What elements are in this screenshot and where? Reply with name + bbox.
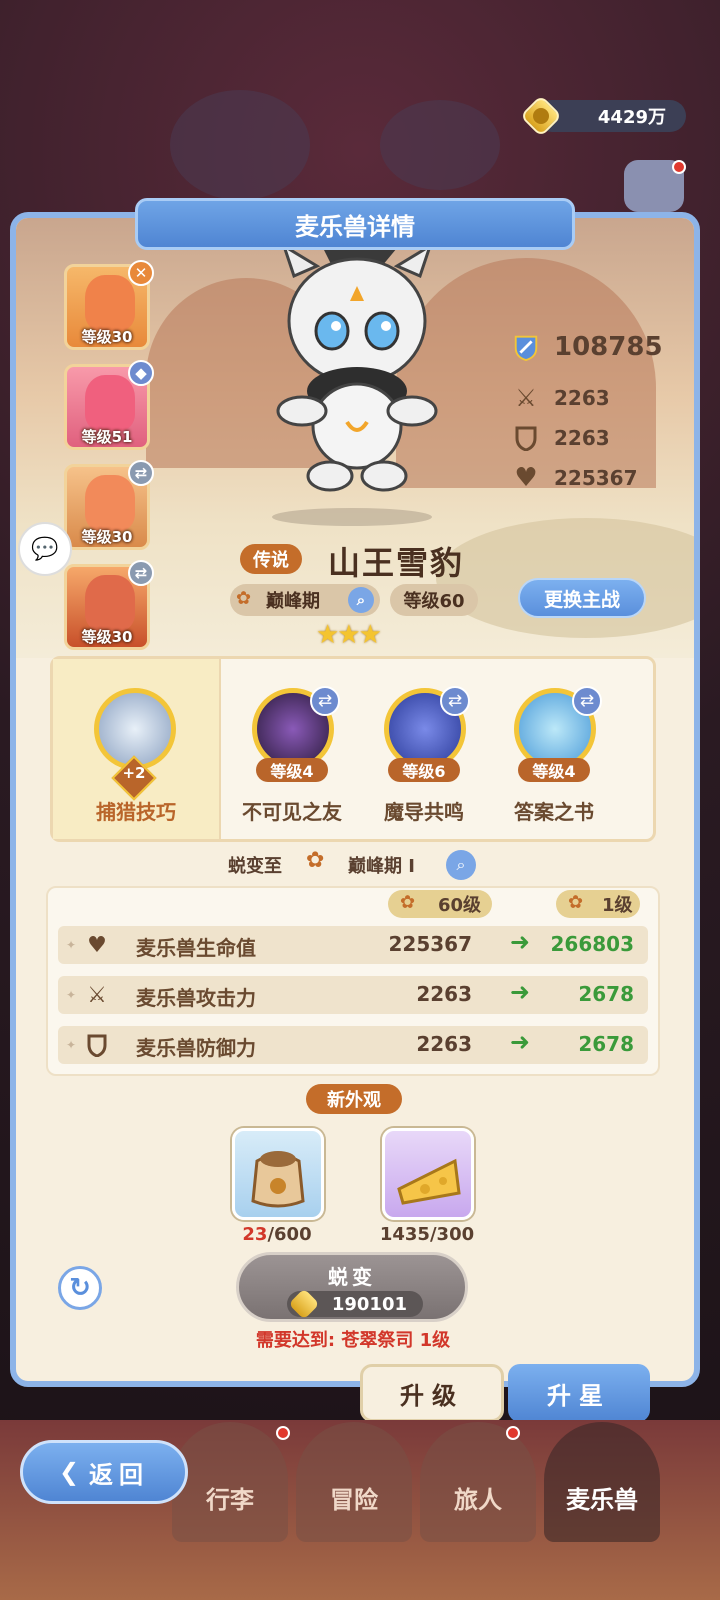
comparison-row-hp: ✦ ♥ 麦乐兽生命值 225367 ➜ 266803 (58, 926, 648, 964)
row-old-value: 2263 (416, 982, 472, 1006)
shield-badge-icon: ◆ (128, 360, 154, 386)
skill-level: 等级4 (518, 758, 590, 782)
row-new-value: 266803 (550, 932, 635, 956)
stat-power: 108785 (512, 332, 663, 362)
currency-display[interactable]: 4429万 (519, 94, 686, 138)
swap-skill-icon[interactable]: ⇄ (572, 686, 602, 716)
pet-snow-leopard-illustration[interactable] (262, 226, 452, 496)
zoom-icon[interactable]: ⌕ (446, 850, 476, 880)
row-old-value: 225367 (388, 932, 473, 956)
evolve-to-label: 蜕变至 (228, 856, 282, 877)
chat-button[interactable]: 💬 (18, 522, 72, 576)
row-label: 麦乐兽攻击力 (136, 986, 256, 1010)
evolve-button[interactable]: 蜕变 190101 (236, 1252, 468, 1322)
pet-thumb-level: 等级30 (81, 528, 133, 546)
next-level-pill: ✿ 1级 (556, 890, 640, 918)
refresh-icon[interactable]: ↻ (58, 1266, 102, 1310)
cheese-icon (397, 1158, 461, 1205)
row-old-value: 2263 (416, 1032, 472, 1056)
notification-dot (276, 1426, 290, 1440)
stage-label: 巅峰期 (266, 591, 320, 612)
stat-attack: ⚔ 2263 (512, 384, 610, 412)
skill-name: 捕猎技巧 (96, 800, 176, 824)
skill-level: 等级4 (256, 758, 328, 782)
material-count-cheese: 1435/300 (379, 1224, 475, 1245)
food-bag-icon (251, 1151, 305, 1208)
stat-hp-value: 225367 (554, 466, 638, 490)
material-food-bag[interactable] (232, 1128, 324, 1220)
arrow-right-icon: ➜ (509, 1028, 530, 1056)
tab-upgrade[interactable]: 升级 (360, 1364, 504, 1422)
material-cheese[interactable] (382, 1128, 474, 1220)
currency-amount: 4429万 (597, 107, 666, 128)
comparison-row-attack: ✦ ⚔ 麦乐兽攻击力 2263 ➜ 2678 (58, 976, 648, 1014)
back-button[interactable]: ❮ 返回 (20, 1440, 188, 1504)
pet-level-pill: 等级60 (390, 584, 478, 616)
skill-name: 不可见之友 (242, 800, 342, 824)
tab-star-up[interactable]: 升星 (508, 1364, 650, 1422)
row-new-value: 2678 (578, 1032, 634, 1056)
flower-stage-icon: ✿ (306, 848, 325, 873)
notification-dot (672, 160, 686, 174)
skill-level: +2 (122, 764, 146, 782)
gold-coin-icon (288, 1288, 320, 1320)
pet-name: 山王雪豹 (328, 544, 465, 582)
stage-pill[interactable]: ✿ 巅峰期 ⌕ (230, 584, 380, 616)
swap-main-button[interactable]: 更换主战 (518, 578, 646, 618)
shield-icon (82, 1030, 112, 1060)
skill-level: 等级6 (388, 758, 460, 782)
rarity-badge: 传说 (240, 544, 302, 574)
remove-icon[interactable]: ✕ (128, 260, 154, 286)
pet-thumb-level: 等级30 (81, 628, 133, 646)
star-rating: ★★★ (316, 620, 382, 650)
nav-label: 冒险 (330, 1486, 378, 1514)
link-icon: ⇄ (128, 460, 154, 486)
pet-thumb-level: 等级51 (81, 428, 133, 446)
flower-stage-icon: ✿ (400, 892, 416, 913)
heart-icon: ♥ (514, 463, 538, 493)
arrow-right-icon: ➜ (509, 978, 530, 1006)
zoom-icon[interactable]: ⌕ (348, 587, 374, 613)
swap-skill-icon[interactable]: ⇄ (310, 686, 340, 716)
stat-defense-value: 2263 (554, 426, 610, 450)
shield-icon (512, 424, 540, 452)
nav-label: 行李 (206, 1486, 254, 1514)
link-icon: ⇄ (128, 560, 154, 586)
skill-name: 魔导共鸣 (384, 800, 464, 824)
requirement-text: 需要达到: 苍翠祭司 1级 (255, 1330, 451, 1351)
nav-label: 麦乐兽 (566, 1486, 638, 1514)
row-label: 麦乐兽生命值 (136, 936, 256, 960)
evolve-target-stage: 巅峰期 I (348, 856, 415, 877)
back-arrow-icon: ❮ (58, 1458, 86, 1486)
heart-icon: ♥ (87, 932, 107, 958)
notification-dot (506, 1426, 520, 1440)
swap-skill-icon[interactable]: ⇄ (440, 686, 470, 716)
stat-power-value: 108785 (554, 332, 663, 362)
nav-label: 旅人 (454, 1486, 502, 1514)
panel-title: 麦乐兽详情 (135, 198, 575, 250)
current-level-pill: ✿ 60级 (388, 890, 492, 918)
comparison-row-defense: ✦ 麦乐兽防御力 2263 ➜ 2678 (58, 1026, 648, 1064)
swords-icon: ⚔ (515, 384, 537, 412)
pet-shadow (272, 508, 432, 526)
material-count-food: 23/600 (242, 1224, 312, 1245)
chat-bubble-icon: 💬 (31, 536, 59, 562)
stat-attack-value: 2263 (554, 386, 610, 410)
row-label: 麦乐兽防御力 (136, 1036, 256, 1060)
flower-stage-icon: ✿ (236, 588, 252, 609)
stat-defense: 2263 (512, 424, 610, 452)
stat-hp: ♥ 225367 (512, 463, 638, 493)
swords-icon: ⚔ (87, 982, 107, 1008)
power-shield-sword-icon (512, 333, 540, 362)
flower-stage-icon: ✿ (568, 892, 584, 913)
evolve-cost: 190101 (287, 1288, 423, 1320)
skill-name: 答案之书 (514, 800, 594, 824)
row-new-value: 2678 (578, 982, 634, 1006)
arrow-right-icon: ➜ (509, 928, 530, 956)
new-appearance-badge: 新外观 (306, 1084, 402, 1114)
pet-thumb-level: 等级30 (81, 328, 133, 346)
